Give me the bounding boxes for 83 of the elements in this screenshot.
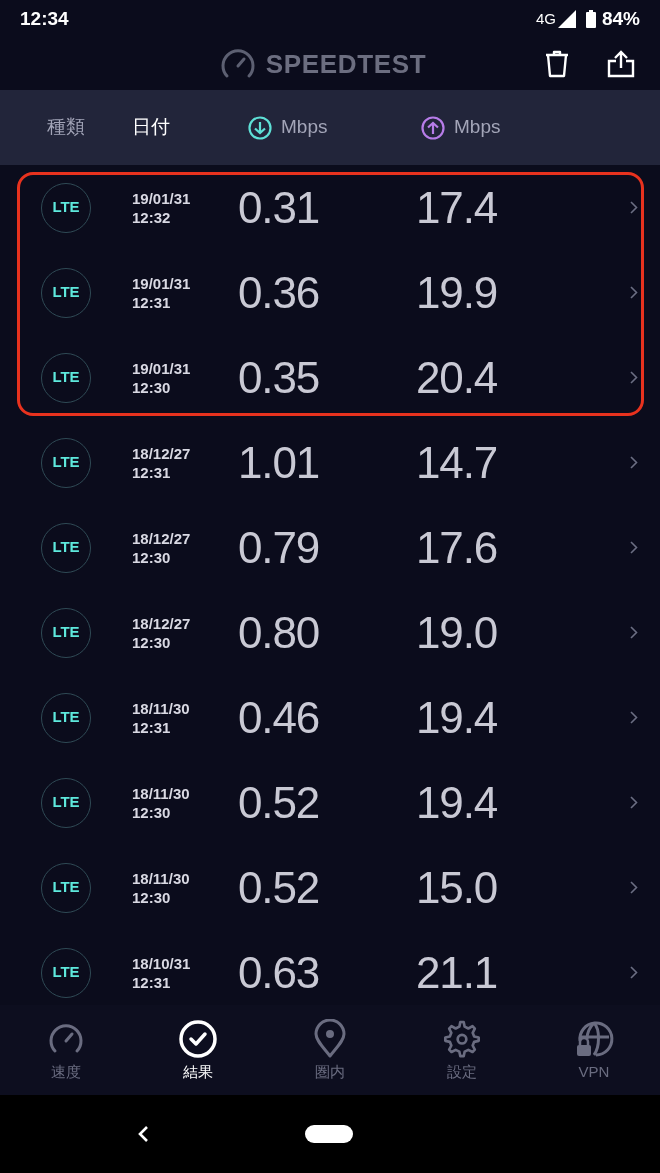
chevron-right-icon [630,796,638,809]
download-speed: 0.52 [238,865,321,910]
chevron-right-icon [630,286,638,299]
tab[interactable]: VPN [528,1005,660,1095]
download-speed: 0.80 [238,610,321,655]
test-time: 12:31 [132,717,172,737]
column-header[interactable]: 種類 [47,113,85,142]
result-row[interactable]: LTE 18/12/27 12:31 1.01 14.7 [0,420,660,505]
test-time: 12:31 [132,972,172,992]
upload-speed: 21.1 [416,950,498,995]
chevron-right-icon [630,201,638,214]
test-time: 12:30 [132,632,172,652]
tab[interactable]: 圏内 [264,1005,396,1095]
chevron-right-icon [630,371,638,384]
result-row[interactable]: LTE 19/01/31 12:32 0.31 17.4 [0,165,660,250]
share-icon [607,50,635,78]
column-header[interactable]: 日付 [132,113,170,142]
upload-speed: 17.4 [416,185,498,230]
chevron-right-icon [630,626,638,639]
result-row[interactable]: LTE 18/10/31 12:31 0.63 21.1 [0,930,660,1005]
chevron-right-icon [630,881,638,894]
home-button[interactable] [305,1125,353,1143]
test-time: 12:30 [132,887,172,907]
test-date: 19/01/31 [132,273,192,293]
network-label: 4G [535,8,556,29]
chevron-right-icon [630,456,638,469]
upload-speed: 19.4 [416,695,498,740]
result-row[interactable]: LTE 18/12/27 12:30 0.79 17.6 [0,505,660,590]
tab[interactable]: 結果 [132,1005,264,1095]
app-title: SPEEDTEST [265,47,427,81]
result-row[interactable]: LTE 19/01/31 12:31 0.36 19.9 [0,250,660,335]
download-speed: 0.52 [238,780,321,825]
upload-speed: 19.0 [416,610,498,655]
status-time: 12:34 [20,6,69,31]
checkmark-icon [178,1019,218,1059]
test-date: 19/01/31 [132,188,192,208]
download-speed: 0.35 [238,355,321,400]
result-row[interactable]: LTE 18/12/27 12:30 0.80 19.0 [0,590,660,675]
chevron-right-icon [630,541,638,554]
chevron-right-icon [630,966,638,979]
test-time: 12:30 [132,377,172,397]
upload-speed: 14.7 [416,440,498,485]
download-speed: 0.79 [238,525,321,570]
upload-speed: 19.4 [416,780,498,825]
globe-lock-icon [574,1019,614,1059]
test-time: 12:31 [132,462,172,482]
share-button[interactable] [606,48,636,80]
chevron-right-icon [630,711,638,724]
test-date: 18/10/31 [132,953,192,973]
download-speed: 0.63 [238,950,321,995]
test-date: 19/01/31 [132,358,192,378]
test-time: 12:30 [132,547,172,567]
upload-speed: 15.0 [416,865,498,910]
test-date: 18/12/27 [132,613,192,633]
test-date: 18/11/30 [132,868,191,888]
battery-icon [585,10,596,28]
result-row[interactable]: LTE 18/11/30 12:30 0.52 19.4 [0,760,660,845]
test-time: 12:31 [132,292,172,312]
settings-icon [442,1019,482,1059]
test-time: 12:30 [132,802,172,822]
upload-speed: 20.4 [416,355,498,400]
upload-speed: 17.6 [416,525,498,570]
test-date: 18/12/27 [132,443,192,463]
upload-speed: 19.9 [416,270,498,315]
test-date: 18/11/30 [132,698,191,718]
back-icon[interactable] [137,1125,149,1143]
result-row[interactable]: LTE 18/11/30 12:31 0.46 19.4 [0,675,660,760]
battery-percent: 84% [601,6,640,31]
trash-icon [544,50,570,78]
download-speed: 1.01 [238,440,321,485]
download-speed: 0.46 [238,695,321,740]
signal-icon [557,10,576,28]
download-speed: 0.31 [238,185,321,230]
test-date: 18/12/27 [132,528,192,548]
download-speed: 0.36 [238,270,321,315]
test-date: 18/11/30 [132,783,191,803]
tab[interactable]: 設定 [396,1005,528,1095]
test-time: 12:32 [132,207,172,227]
column-header[interactable]: Mbps [454,113,501,142]
result-row[interactable]: LTE 19/01/31 12:30 0.35 20.4 [0,335,660,420]
result-row[interactable]: LTE 18/11/30 12:30 0.52 15.0 [0,845,660,930]
tab[interactable]: 速度 [0,1005,132,1095]
column-header[interactable]: Mbps [281,113,328,142]
